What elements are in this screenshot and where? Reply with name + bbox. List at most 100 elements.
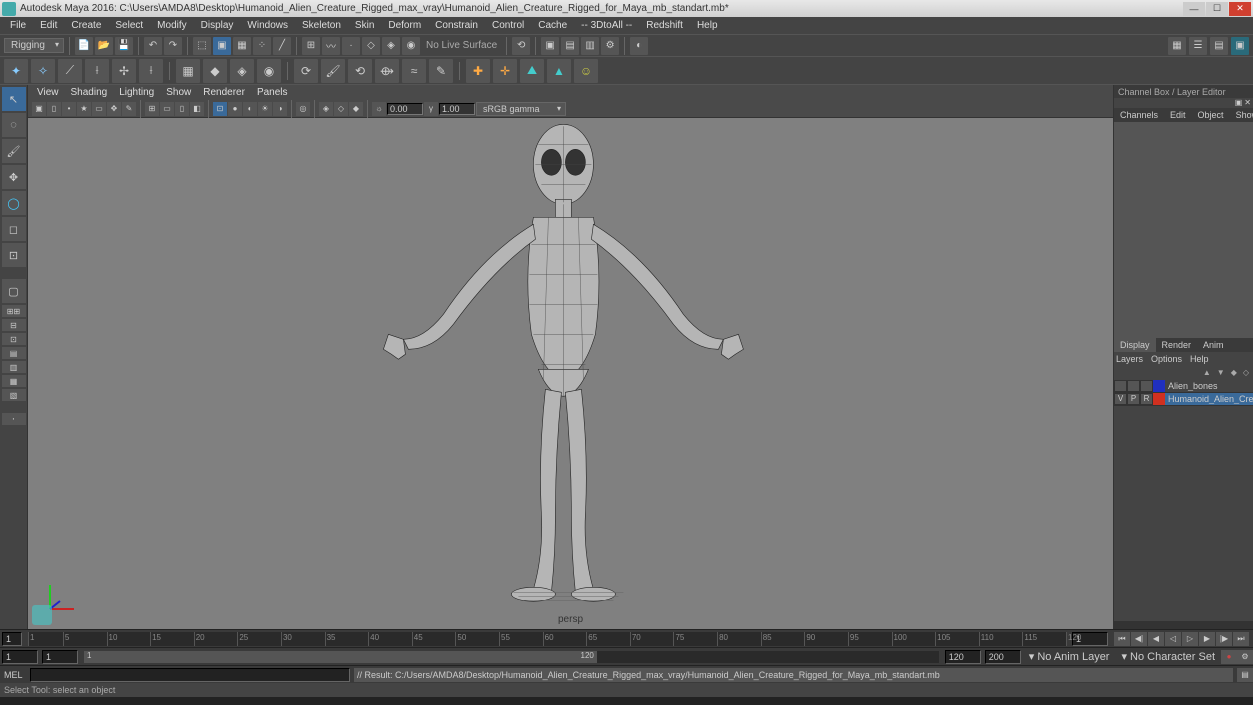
menu-skeleton[interactable]: Skeleton	[296, 19, 347, 32]
layer-name[interactable]: Alien_bones	[1165, 381, 1253, 391]
tab-edit[interactable]: Edit	[1164, 108, 1192, 122]
shelf-mirror-weights-icon[interactable]: ⟲	[348, 59, 372, 83]
select-camera-icon[interactable]: ▣	[32, 102, 46, 116]
menu-create[interactable]: Create	[65, 19, 107, 32]
layer-playback-toggle[interactable]	[1127, 380, 1140, 392]
menu-control[interactable]: Control	[486, 19, 530, 32]
menu-deform[interactable]: Deform	[382, 19, 427, 32]
four-pane-icon[interactable]: ⊞⊞	[2, 305, 26, 317]
modeling-toolkit-toggle-icon[interactable]: ▣	[1231, 37, 1249, 55]
custom-layout-icon[interactable]: ·	[2, 413, 26, 425]
rotate-tool[interactable]: ◯	[2, 191, 26, 215]
go-end-button[interactable]: ⏭	[1233, 632, 1249, 646]
panel-menu-shading[interactable]: Shading	[66, 87, 113, 98]
panel-menu-panels[interactable]: Panels	[252, 87, 293, 98]
character-set-dropdown[interactable]: ▾No Character Set	[1115, 650, 1221, 663]
layer-vis-toggle[interactable]: V	[1114, 393, 1127, 405]
step-back-key-button[interactable]: ◀|	[1131, 632, 1147, 646]
layer-scrollbar[interactable]	[1114, 621, 1253, 629]
two-pane-h-icon[interactable]: ⊟	[2, 319, 26, 331]
open-scene-icon[interactable]: 📂	[95, 37, 113, 55]
move-layer-up-icon[interactable]: ▲	[1203, 368, 1211, 377]
paint-select-tool[interactable]: 🖌	[2, 139, 26, 163]
xray-icon[interactable]: ◈	[319, 102, 333, 116]
layer-row[interactable]: V P R Humanoid_Alien_Crea	[1114, 393, 1253, 406]
step-forward-button[interactable]: ▶	[1199, 632, 1215, 646]
shelf-blend-icon[interactable]: ◉	[257, 59, 281, 83]
close-panel-icon[interactable]: ▣	[1235, 98, 1243, 108]
shelf-bone-icon[interactable]: ⟋	[58, 59, 82, 83]
tab-show[interactable]: Show	[1230, 108, 1253, 122]
shelf-parent-constraint-icon[interactable]: ✛	[493, 59, 517, 83]
range-end-field[interactable]	[985, 650, 1021, 664]
playback-end-field[interactable]	[945, 650, 981, 664]
make-live-icon[interactable]: ◉	[402, 37, 420, 55]
save-scene-icon[interactable]: 💾	[115, 37, 133, 55]
shelf-hammer-icon[interactable]: ✎	[429, 59, 453, 83]
menu-modify[interactable]: Modify	[151, 19, 192, 32]
redo-icon[interactable]: ↷	[164, 37, 182, 55]
render-region-icon[interactable]: ▥	[581, 37, 599, 55]
hypershade-layout-icon[interactable]: ▦	[2, 375, 26, 387]
shelf-constraint-icon[interactable]: ✚	[466, 59, 490, 83]
bookmark-icon[interactable]: ★	[77, 102, 91, 116]
panel-menu-lighting[interactable]: Lighting	[114, 87, 159, 98]
script-editor-icon[interactable]: ▤	[1237, 668, 1253, 682]
shelf-smooth-weights-icon[interactable]: ≈	[402, 59, 426, 83]
time-current-field[interactable]	[2, 632, 22, 646]
panel-menu-renderer[interactable]: Renderer	[198, 87, 250, 98]
new-layer-icon[interactable]: ◆	[1231, 368, 1237, 377]
step-forward-key-button[interactable]: |▶	[1216, 632, 1232, 646]
exposure-icon[interactable]: ☼	[372, 102, 386, 116]
minimize-button[interactable]: —	[1183, 2, 1205, 16]
menu-skin[interactable]: Skin	[349, 19, 380, 32]
time-track[interactable]: 1510152025303540455055606570758085909510…	[28, 632, 1066, 646]
menu-file[interactable]: File	[4, 19, 32, 32]
undo-icon[interactable]: ↶	[144, 37, 162, 55]
layer-playback-toggle[interactable]: P	[1127, 393, 1140, 405]
workspace-dropdown[interactable]: Rigging	[4, 38, 64, 53]
dock-panel-icon[interactable]: ✕	[1244, 98, 1251, 108]
shaded-icon[interactable]: ●	[228, 102, 242, 116]
menu-redshift[interactable]: Redshift	[640, 19, 689, 32]
shelf-hik-icon[interactable]: ⛰	[520, 59, 544, 83]
shelf-skin-icon[interactable]: ⟳	[294, 59, 318, 83]
layer-menu-options[interactable]: Options	[1151, 354, 1182, 364]
play-forward-button[interactable]: ▷	[1182, 632, 1198, 646]
textured-icon[interactable]: ◐	[243, 102, 257, 116]
use-lights-icon[interactable]: ☀	[258, 102, 272, 116]
step-back-button[interactable]: ◀	[1148, 632, 1164, 646]
channel-box-toggle-icon[interactable]: ▤	[1210, 37, 1228, 55]
playback-start-field[interactable]	[42, 650, 78, 664]
snap-grid-icon[interactable]: ⊞	[302, 37, 320, 55]
panel-menu-view[interactable]: View	[32, 87, 64, 98]
resolution-gate-icon[interactable]: ▯	[175, 102, 189, 116]
xray-components-icon[interactable]: ◆	[349, 102, 363, 116]
hypershade-icon[interactable]: ◐	[630, 37, 648, 55]
single-pane-icon[interactable]: ▢	[2, 279, 26, 303]
image-plane-icon[interactable]: ▭	[92, 102, 106, 116]
tab-display-layer[interactable]: Display	[1114, 338, 1156, 352]
xray-joints-icon[interactable]: ◇	[334, 102, 348, 116]
two-pane-v-icon[interactable]: ⊡	[2, 333, 26, 345]
wireframe-icon[interactable]: ⊡	[213, 102, 227, 116]
snap-live-icon[interactable]: ◈	[382, 37, 400, 55]
camera-attr-icon[interactable]: •	[62, 102, 76, 116]
graph-layout-icon[interactable]: ▧	[2, 389, 26, 401]
menu-cache[interactable]: Cache	[532, 19, 573, 32]
select-hierarchy-icon[interactable]: ⬚	[193, 37, 211, 55]
exposure-field[interactable]	[387, 103, 423, 115]
range-start-field[interactable]	[2, 650, 38, 664]
menu-help[interactable]: Help	[691, 19, 724, 32]
shelf-quickrig-icon[interactable]: ▲	[547, 59, 571, 83]
shelf-mirror-icon[interactable]: ⟊	[85, 59, 109, 83]
render-frame-icon[interactable]: ▣	[541, 37, 559, 55]
select-vertex-icon[interactable]: ⁘	[253, 37, 271, 55]
render-settings-icon[interactable]: ⚙	[601, 37, 619, 55]
grid-icon[interactable]: ⊞	[145, 102, 159, 116]
layer-ref-toggle[interactable]: R	[1140, 393, 1153, 405]
layer-color-swatch[interactable]	[1153, 393, 1165, 405]
go-start-button[interactable]: ⏮	[1114, 632, 1130, 646]
auto-key-icon[interactable]: ●	[1221, 650, 1237, 664]
snap-curve-icon[interactable]: 〰	[322, 37, 340, 55]
